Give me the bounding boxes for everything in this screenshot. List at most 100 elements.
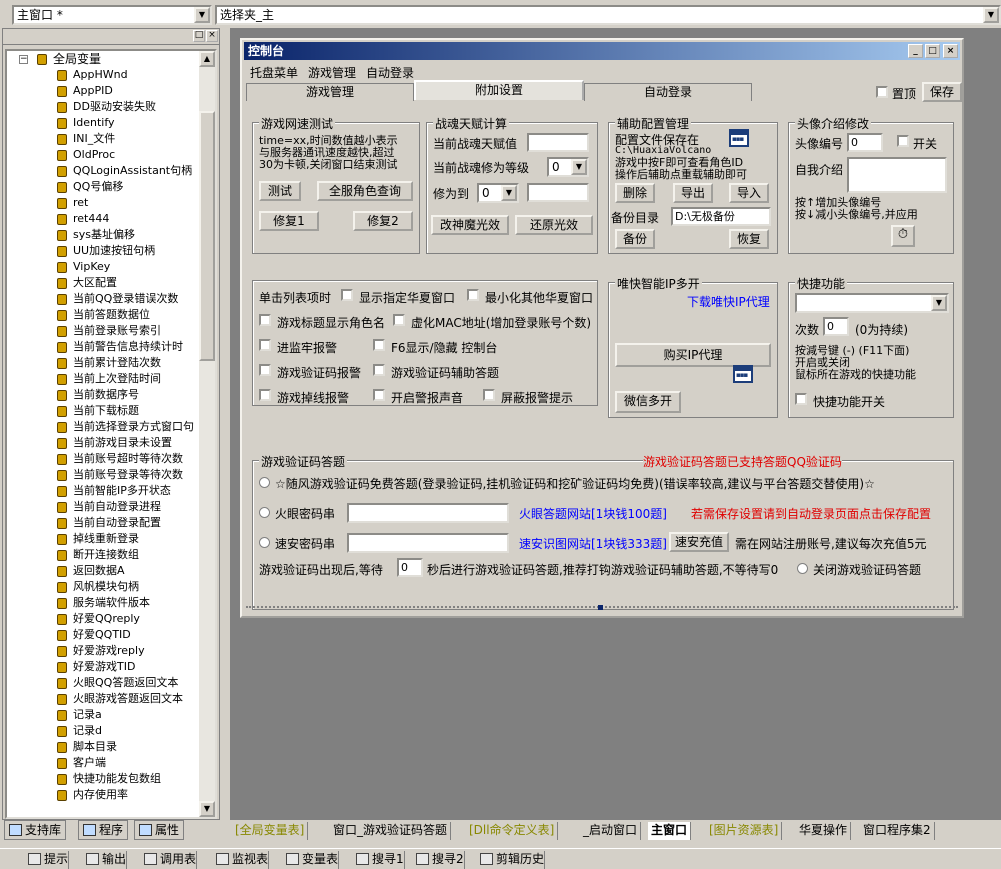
shortcut-select[interactable]: ▼ xyxy=(795,293,949,313)
close-captcha-radio[interactable] xyxy=(797,563,808,574)
alarm-sound-checkbox[interactable] xyxy=(373,389,385,401)
folder-combo[interactable]: 选择夹_主 ▼ xyxy=(215,5,1001,25)
tree-item[interactable]: 当前账号超时等待次数 xyxy=(7,451,203,467)
chevron-down-icon[interactable]: ▼ xyxy=(571,159,587,175)
captcha-assist-checkbox[interactable] xyxy=(373,364,385,376)
suan-input[interactable] xyxy=(347,533,509,553)
restore-effect-button[interactable]: 还原光效 xyxy=(515,215,593,235)
tree-item[interactable]: 好爱QQTID xyxy=(7,627,203,643)
show-window-checkbox[interactable] xyxy=(341,289,353,301)
tree-item[interactable]: 好爱QQreply xyxy=(7,611,203,627)
tree-item[interactable]: ret444 xyxy=(7,211,203,227)
menu-tray[interactable]: 托盘菜单 xyxy=(250,64,298,81)
tree-item[interactable]: AppPID xyxy=(7,83,203,99)
tree-item[interactable]: 当前智能IP多开状态 xyxy=(7,483,203,499)
test-button[interactable]: 测试 xyxy=(259,181,301,201)
tab-properties[interactable]: 属性 xyxy=(134,820,185,840)
splitter-handle[interactable] xyxy=(598,605,603,610)
tree-scrollbar[interactable]: ▲ ▼ xyxy=(199,51,215,817)
shortcut-switch-checkbox[interactable] xyxy=(795,393,807,405)
tree-item[interactable]: 当前QQ登录错误次数 xyxy=(7,291,203,307)
minimize-icon[interactable]: _ xyxy=(908,44,923,58)
window-combo[interactable]: 主窗口 * ▼ xyxy=(12,5,212,25)
tree-root[interactable]: − 全局变量 xyxy=(7,51,203,67)
tree-item[interactable]: 记录a xyxy=(7,707,203,723)
recharge-button[interactable]: 速安充值 xyxy=(669,532,729,552)
tree-item[interactable]: 内存使用率 xyxy=(7,787,203,803)
backup-dir-input[interactable]: D:\无极备份 xyxy=(671,207,771,226)
tab-variable-table[interactable]: 变量表 xyxy=(284,851,340,869)
tab-support-lib[interactable]: 支持库 xyxy=(4,820,67,840)
tree-item[interactable]: QQLoginAssistant句柄 xyxy=(7,163,203,179)
calendar-icon[interactable] xyxy=(729,129,749,147)
avatar-intro-input[interactable] xyxy=(847,157,947,193)
minimize-other-checkbox[interactable] xyxy=(467,289,479,301)
scroll-thumb[interactable] xyxy=(199,111,215,361)
tree-item[interactable]: 当前警告信息持续计时 xyxy=(7,339,203,355)
close-icon[interactable]: × xyxy=(943,44,958,58)
tab-hint[interactable]: 提示 xyxy=(26,851,70,869)
tab-search1[interactable]: 搜寻1 xyxy=(354,851,405,869)
tab-auto-login[interactable]: 自动登录 xyxy=(584,83,752,101)
chevron-down-icon[interactable]: ▼ xyxy=(983,7,999,23)
tab-clip-history[interactable]: 剪辑历史 xyxy=(478,851,546,869)
save-button[interactable]: 保存 xyxy=(922,82,962,102)
huoyan-radio[interactable] xyxy=(259,507,270,518)
tree-item[interactable]: VipKey xyxy=(7,259,203,275)
captcha-alarm-checkbox[interactable] xyxy=(259,364,271,376)
tree-item[interactable]: 好爱游戏reply xyxy=(7,643,203,659)
tree-item[interactable]: 当前选择登录方式窗口句 xyxy=(7,419,203,435)
backup-button[interactable]: 备份 xyxy=(615,229,655,249)
timer-icon[interactable]: ⏱ xyxy=(891,225,915,247)
tree-item[interactable]: 火眼游戏答题返回文本 xyxy=(7,691,203,707)
tree-item[interactable]: 返回数据A xyxy=(7,563,203,579)
tree-item[interactable]: 断开连接数组 xyxy=(7,547,203,563)
tree-view[interactable]: − 全局变量 AppHWnd AppPID DD驱动安装失败 Identify INI_文件… xyxy=(5,49,217,819)
pin-checkbox[interactable] xyxy=(876,86,888,98)
tree-item[interactable]: 服务端软件版本 xyxy=(7,595,203,611)
suan-radio[interactable] xyxy=(259,537,270,548)
tree-item[interactable]: 掉线重新登录 xyxy=(7,531,203,547)
tab-image-resources[interactable]: [图片资源表] xyxy=(706,822,783,840)
tab-start-window[interactable]: _启动窗口 xyxy=(580,822,642,840)
collapse-icon[interactable]: − xyxy=(19,55,28,64)
captcha-free-radio[interactable] xyxy=(259,477,270,488)
download-ip-link[interactable]: 下载唯快IP代理 xyxy=(687,293,770,310)
tab-huaxia-ops[interactable]: 华夏操作 xyxy=(796,822,852,840)
zhanhun-to-input[interactable] xyxy=(527,183,589,202)
tree-item[interactable]: AppHWnd xyxy=(7,67,203,83)
buy-ip-button[interactable]: 购买IP代理 xyxy=(615,343,771,367)
tree-item[interactable]: 客户端 xyxy=(7,755,203,771)
tree-item[interactable]: Identify xyxy=(7,115,203,131)
huoyan-input[interactable] xyxy=(347,503,509,523)
calendar-icon[interactable] xyxy=(733,365,753,383)
tree-item[interactable]: UU加速按钮句柄 xyxy=(7,243,203,259)
tree-item[interactable]: 当前上次登陆时间 xyxy=(7,371,203,387)
scroll-down-icon[interactable]: ▼ xyxy=(199,801,215,817)
tree-item[interactable]: 好爱游戏TID xyxy=(7,659,203,675)
tab-global-vars[interactable]: [全局变量表] xyxy=(232,822,309,840)
fix2-button[interactable]: 修复2 xyxy=(353,211,413,231)
import-button[interactable]: 导入 xyxy=(729,183,769,203)
zhanhun-to-select[interactable]: 0 ▼ xyxy=(477,183,519,203)
tab-window-assembly2[interactable]: 窗口程序集2 xyxy=(860,822,935,840)
chevron-down-icon[interactable]: ▼ xyxy=(931,295,947,311)
tree-item[interactable]: 当前答题数据位 xyxy=(7,307,203,323)
block-alarm-checkbox[interactable] xyxy=(483,389,495,401)
restore-button[interactable]: 恢复 xyxy=(729,229,769,249)
fix1-button[interactable]: 修复1 xyxy=(259,211,319,231)
tab-output[interactable]: 输出 xyxy=(84,851,128,869)
jail-alarm-checkbox[interactable] xyxy=(259,339,271,351)
tree-item[interactable]: 当前数据序号 xyxy=(7,387,203,403)
tab-dll-commands[interactable]: [Dll命令定义表] xyxy=(466,822,559,840)
tree-item[interactable]: 大区配置 xyxy=(7,275,203,291)
tree-item[interactable]: sys基址偏移 xyxy=(7,227,203,243)
wait-input[interactable]: 0 xyxy=(397,558,423,577)
tab-call-table[interactable]: 调用表 xyxy=(142,851,198,869)
tree-item[interactable]: DD驱动安装失败 xyxy=(7,99,203,115)
title-role-checkbox[interactable] xyxy=(259,314,271,326)
tree-item[interactable]: 快捷功能发包数组 xyxy=(7,771,203,787)
tree-item[interactable]: 风帆模块句柄 xyxy=(7,579,203,595)
tab-program[interactable]: 程序 xyxy=(78,820,129,840)
shortcut-times-input[interactable]: 0 xyxy=(823,317,849,336)
